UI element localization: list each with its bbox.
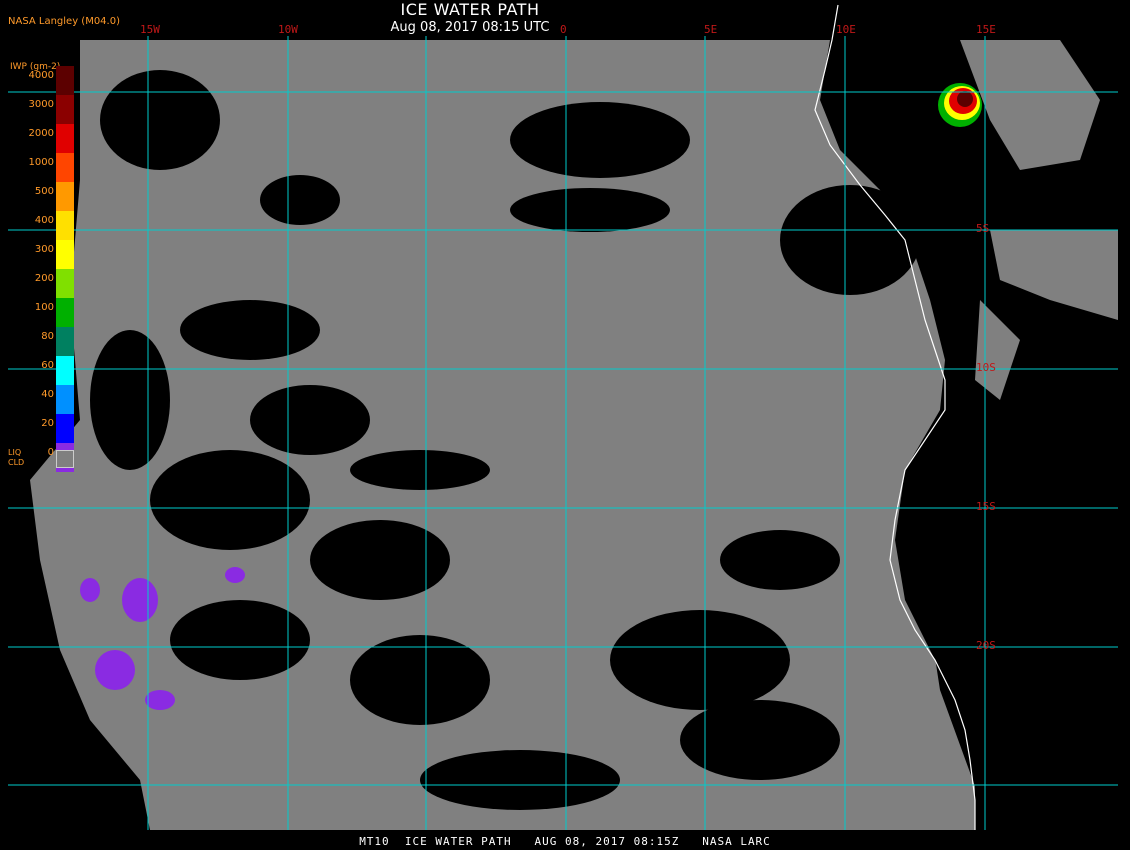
- agency-label: NASA Langley (M04.0): [8, 16, 120, 27]
- legend-swatch: [56, 298, 74, 327]
- deep-convection-cell: [938, 83, 982, 127]
- legend-tick: 300: [34, 244, 54, 255]
- legend-tick: 2000: [28, 128, 54, 139]
- lat-label-10s: 10S: [976, 361, 996, 374]
- legend-tick: 20: [41, 418, 54, 429]
- liquid-cloud-label: LIQ CLD: [8, 448, 25, 467]
- legend-tick: 3000: [28, 99, 54, 110]
- legend-tick: 40: [41, 389, 54, 400]
- lon-label-5e: 5E: [704, 23, 718, 36]
- liquid-cloud-swatch: [56, 450, 74, 468]
- legend-tick: 80: [41, 331, 54, 342]
- lon-label-10e: 10E: [836, 23, 856, 36]
- legend-tick: 100: [34, 302, 54, 313]
- legend-swatch: [56, 95, 74, 124]
- legend-swatch: [56, 211, 74, 240]
- legend-swatch: [56, 240, 74, 269]
- map-title: ICE WATER PATH: [400, 0, 540, 19]
- lon-label-10w: 10W: [278, 23, 298, 36]
- legend-swatch: [56, 385, 74, 414]
- legend-swatch: [56, 414, 74, 443]
- legend-swatch: [56, 356, 74, 385]
- legend-tick: 4000: [28, 70, 54, 81]
- legend-tick: 200: [34, 273, 54, 284]
- lon-label-15w: 15W: [140, 23, 160, 36]
- legend-swatch: [56, 269, 74, 298]
- legend-swatch: [56, 124, 74, 153]
- satellite-map: [8, 4, 1118, 830]
- legend-tick: 500: [34, 186, 54, 197]
- lat-label-5s: 5S: [976, 222, 990, 235]
- legend-tick: 60: [41, 360, 54, 371]
- footer-caption: MT10 ICE WATER PATH AUG 08, 2017 08:15Z …: [359, 835, 771, 848]
- legend-swatch: [56, 153, 74, 182]
- color-legend: IWP (gm-2) 4000 3000 2000 1000 500 400 300 200 1…: [8, 62, 78, 482]
- legend-swatch: [56, 66, 74, 95]
- lat-label-15s: 15S: [976, 500, 996, 513]
- lon-label-0: 0: [560, 23, 567, 36]
- legend-tick: 400: [34, 215, 54, 226]
- legend-tick: 1000: [28, 157, 54, 168]
- legend-swatch: [56, 327, 74, 356]
- legend-swatch: [56, 182, 74, 211]
- lon-label-15e: 15E: [976, 23, 996, 36]
- lat-label-20s: 20S: [976, 639, 996, 652]
